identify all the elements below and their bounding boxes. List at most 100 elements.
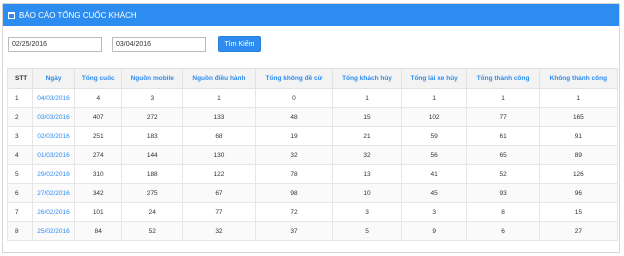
table-cell: 45 [400,183,468,203]
table-cell: 78 [254,164,334,184]
table-row: 6 27/02/2016 342 275 67 98 10 45 93 96 [7,183,619,203]
table-cell: 1 [466,88,540,108]
table-cell: 91 [538,126,619,146]
table-cell: 102 [400,107,468,127]
table-row: 2 03/03/2016 407 272 133 48 15 102 77 165 [7,107,619,127]
table-cell: 67 [182,183,256,203]
table-cell: 56 [400,145,468,165]
table-cell: 96 [538,183,619,203]
table-row: 4 01/03/2016 274 144 130 32 32 56 65 89 [7,145,619,165]
table-cell: 19 [254,126,334,146]
table-cell: 4 [74,88,123,108]
table-cell: 1 [182,88,256,108]
search-button[interactable]: Tìm Kiếm [218,36,261,52]
table-cell: 188 [121,164,184,184]
table-cell: 59 [400,126,468,146]
table-row: 5 29/02/2016 310 188 122 78 13 41 52 126 [7,164,619,184]
column-header[interactable]: Không thành công [538,68,619,89]
table-cell: 9 [400,221,468,241]
date-link[interactable]: 25/02/2016 [31,221,76,241]
table-cell: 72 [254,202,334,222]
table-cell: 41 [400,164,468,184]
column-header[interactable]: STT [7,68,33,89]
table-cell: 3 [400,202,468,222]
date-link[interactable]: 03/03/2016 [31,107,76,127]
column-header[interactable]: Tổng cuốc [74,68,123,89]
column-header[interactable]: Ngày [31,68,76,89]
table-cell: 8 [466,202,540,222]
table-cell: 10 [332,183,402,203]
table-cell: 183 [121,126,184,146]
table-row: 3 02/03/2016 251 183 68 19 21 59 61 91 [7,126,619,146]
table-cell: 32 [182,221,256,241]
table-cell: 0 [254,88,334,108]
column-header[interactable]: Tổng thành công [466,68,540,89]
table-cell: 5 [7,164,33,184]
table-cell: 3 [332,202,402,222]
from-date-input[interactable] [8,36,102,52]
table-cell: 84 [74,221,123,241]
date-link[interactable]: 02/03/2016 [31,126,76,146]
table-cell: 144 [121,145,184,165]
table-cell: 310 [74,164,123,184]
table-cell: 52 [121,221,184,241]
date-link[interactable]: 26/02/2016 [31,202,76,222]
table-cell: 3 [121,88,184,108]
table-cell: 122 [182,164,256,184]
table-cell: 6 [7,183,33,203]
table-cell: 1 [332,88,402,108]
report-table: STT Ngày Tổng cuốc Nguồn mobile Nguồn điều h… [7,68,619,241]
table-cell: 77 [466,107,540,127]
table-cell: 133 [182,107,256,127]
to-date-input[interactable] [112,36,206,52]
table-cell: 5 [332,221,402,241]
table-cell: 342 [74,183,123,203]
panel-title: BÁO CÁO TỔNG CUỐC KHÁCH [19,10,137,20]
table-body: 1 04/03/2016 4 3 1 0 1 1 1 1 2 03/03/2016 407 272 133 4… [7,88,619,241]
table-cell: 68 [182,126,256,146]
table-cell: 274 [74,145,123,165]
table-cell: 32 [254,145,334,165]
filter-row: Tìm Kiếm [8,36,261,52]
table-row: 8 25/02/2016 84 52 32 37 5 9 6 27 [7,221,619,241]
table-cell: 1 [400,88,468,108]
table-cell: 61 [466,126,540,146]
table-cell: 65 [466,145,540,165]
table-cell: 272 [121,107,184,127]
table-cell: 8 [7,221,33,241]
table-cell: 4 [7,145,33,165]
table-cell: 32 [332,145,402,165]
table-header-row: STT Ngày Tổng cuốc Nguồn mobile Nguồn điều h… [7,68,619,89]
table-cell: 251 [74,126,123,146]
table-row: 1 04/03/2016 4 3 1 0 1 1 1 1 [7,88,619,108]
table-cell: 275 [121,183,184,203]
table-cell: 3 [7,126,33,146]
column-header[interactable]: Tổng không đề cử [254,68,334,89]
table-cell: 48 [254,107,334,127]
date-link[interactable]: 29/02/2016 [31,164,76,184]
table-cell: 165 [538,107,619,127]
table-cell: 27 [538,221,619,241]
date-link[interactable]: 04/03/2016 [31,88,76,108]
column-header[interactable]: Tổng khách hủy [332,68,402,89]
table-cell: 101 [74,202,123,222]
column-header[interactable]: Nguồn điều hành [182,68,256,89]
table-row: 7 26/02/2016 101 24 77 72 3 3 8 15 [7,202,619,222]
column-header[interactable]: Tổng lái xe hủy [400,68,468,89]
table-cell: 15 [538,202,619,222]
table-cell: 93 [466,183,540,203]
table-cell: 37 [254,221,334,241]
report-panel: BÁO CÁO TỔNG CUỐC KHÁCH Tìm Kiếm STTNgày… [2,3,620,253]
table-cell: 7 [7,202,33,222]
column-header[interactable]: Nguồn mobile [121,68,184,89]
table-cell: 126 [538,164,619,184]
table-cell: 52 [466,164,540,184]
date-link[interactable]: 27/02/2016 [31,183,76,203]
date-link[interactable]: 01/03/2016 [31,145,76,165]
panel-header: BÁO CÁO TỔNG CUỐC KHÁCH [3,4,619,26]
table-cell: 1 [538,88,619,108]
table-cell: 21 [332,126,402,146]
table-cell: 6 [466,221,540,241]
table-cell: 130 [182,145,256,165]
table-cell: 98 [254,183,334,203]
